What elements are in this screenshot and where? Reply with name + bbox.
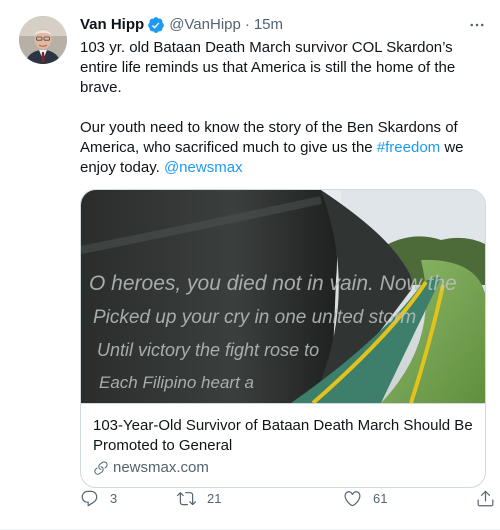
retweet-button[interactable]: 21 xyxy=(177,487,221,509)
author-name[interactable]: Van Hipp xyxy=(80,15,144,35)
card-image-line-1: O heroes, you died not in vain. Now the xyxy=(89,272,457,295)
hashtag-link[interactable]: #freedom xyxy=(377,139,440,156)
share-button[interactable] xyxy=(476,487,495,509)
card-image-line-4: Each Filipino heart a xyxy=(99,373,254,392)
tweet-paragraph-2: Our youth need to know the story of the … xyxy=(80,118,482,178)
author-handle[interactable]: @VanHipp xyxy=(169,15,241,35)
card-image-line-2: Picked up your cry in one united storm xyxy=(93,307,416,328)
link-icon xyxy=(94,460,108,475)
tweet[interactable]: Van Hipp @VanHipp · 15m 103 yr. old Bata… xyxy=(0,0,500,530)
tweet-header: Van Hipp @VanHipp · 15m xyxy=(80,14,486,36)
avatar[interactable] xyxy=(19,16,67,64)
reply-count: 3 xyxy=(110,490,118,506)
tweet-time[interactable]: 15m xyxy=(254,15,283,35)
card-domain: newsmax.com xyxy=(93,459,473,476)
heart-icon xyxy=(344,490,361,506)
share-icon xyxy=(477,490,494,506)
reply-icon xyxy=(81,490,98,506)
verified-badge-icon xyxy=(148,17,165,33)
tweet-paragraph-1: 103 yr. old Bataan Death March survivor … xyxy=(80,39,456,96)
tweet-text: 103 yr. old Bataan Death March survivor … xyxy=(80,38,482,178)
separator-dot: · xyxy=(244,16,250,33)
like-count: 61 xyxy=(373,490,388,506)
avatar-image xyxy=(19,16,67,64)
card-image-line-3: Until victory the fight rose to xyxy=(97,340,319,360)
more-options-icon[interactable] xyxy=(468,16,486,34)
link-card[interactable]: O heroes, you died not in vain. Now the … xyxy=(80,189,486,488)
tweet-content: Van Hipp @VanHipp · 15m 103 yr. old Bata… xyxy=(80,14,486,488)
tweet-actions: 3 21 61 xyxy=(80,487,500,509)
retweet-icon xyxy=(177,491,196,505)
card-domain-text: newsmax.com xyxy=(113,459,209,476)
retweet-count: 21 xyxy=(207,490,222,506)
card-image: O heroes, you died not in vain. Now the … xyxy=(81,190,485,403)
card-title: 103-Year-Old Survivor of Bataan Death Ma… xyxy=(93,417,473,454)
like-button[interactable]: 61 xyxy=(343,487,387,509)
reply-button[interactable]: 3 xyxy=(80,487,117,509)
card-body: 103-Year-Old Survivor of Bataan Death Ma… xyxy=(81,403,485,487)
mention-link[interactable]: @newsmax xyxy=(164,159,243,176)
